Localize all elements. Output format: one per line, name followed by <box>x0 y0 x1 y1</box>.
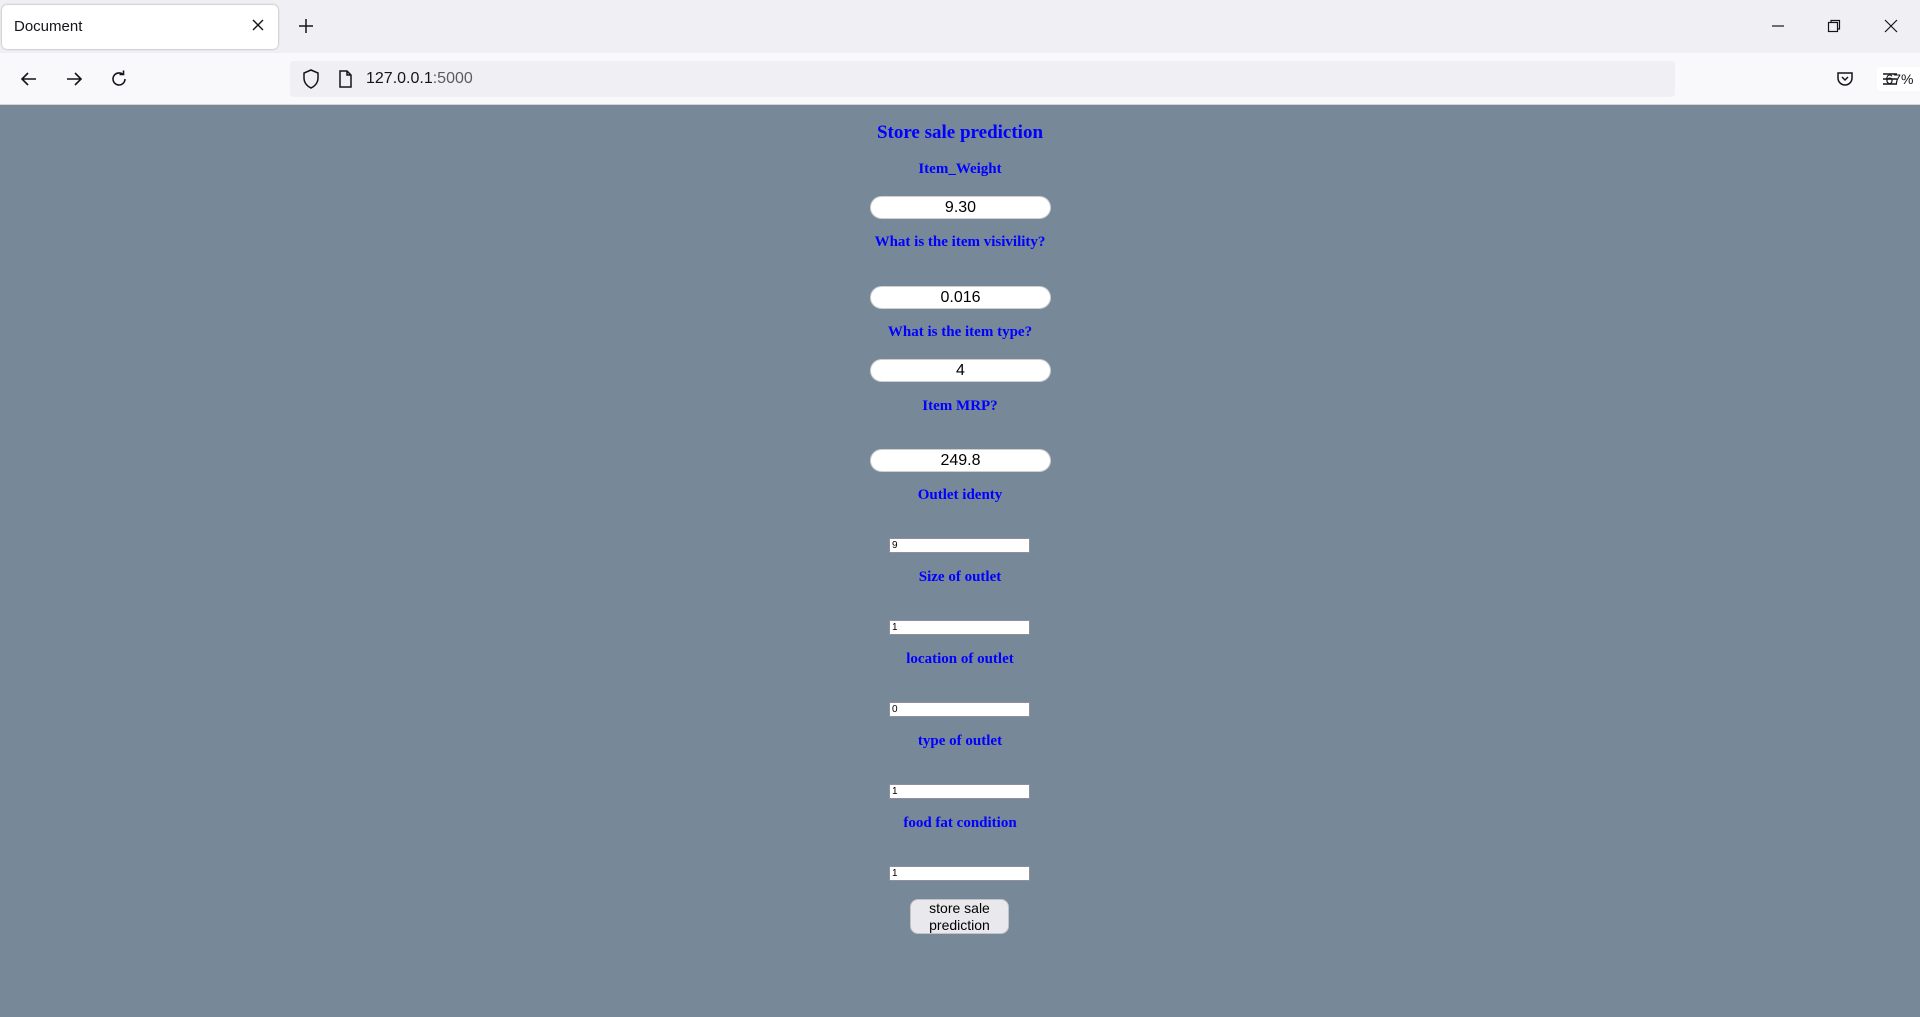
fat-condition-label: food fat condition <box>903 815 1017 831</box>
predict-submit-button[interactable]: store sale prediction <box>910 899 1009 934</box>
fat-condition-input[interactable] <box>889 866 1030 881</box>
url-port: :5000 <box>432 70 473 87</box>
reload-icon[interactable] <box>104 64 134 94</box>
close-tab-icon[interactable] <box>248 15 268 35</box>
tab-title: Document <box>14 18 83 35</box>
outlet-size-label: Size of outlet <box>918 569 1002 585</box>
forward-arrow-icon[interactable] <box>59 64 89 94</box>
url-host: 127.0.0.1 <box>366 70 433 87</box>
url-text: 127.0.0.1:5000 <box>366 70 473 88</box>
outlet-size-input[interactable] <box>889 620 1030 635</box>
pocket-icon[interactable] <box>1830 64 1860 94</box>
minimize-icon[interactable] <box>1764 12 1792 40</box>
page-content: Store sale prediction Item_Weight What i… <box>0 106 1920 1017</box>
item-weight-input[interactable] <box>870 196 1051 219</box>
browser-toolbar: 127.0.0.1:5000 67% <box>0 53 1920 105</box>
outlet-type-label: type of outlet <box>917 733 1003 749</box>
restore-icon[interactable] <box>1820 12 1848 40</box>
menu-icon[interactable] <box>1875 64 1905 94</box>
item-weight-label: Item_Weight <box>918 161 1002 177</box>
item-mrp-label: Item MRP? <box>922 398 998 414</box>
item-type-input[interactable] <box>870 359 1051 382</box>
item-mrp-input[interactable] <box>870 449 1051 472</box>
address-bar[interactable]: 127.0.0.1:5000 67% <box>290 61 1920 97</box>
item-visibility-label: What is the item visivility? <box>874 234 1046 250</box>
outlet-type-input[interactable] <box>889 784 1030 799</box>
new-tab-icon[interactable] <box>292 12 320 40</box>
item-visibility-input[interactable] <box>870 286 1051 309</box>
shield-icon[interactable] <box>300 68 322 90</box>
browser-tab-strip: Document <box>0 0 1920 53</box>
close-window-icon[interactable] <box>1877 12 1905 40</box>
back-arrow-icon[interactable] <box>14 64 44 94</box>
outlet-location-label: location of outlet <box>906 651 1014 667</box>
page-info-icon[interactable] <box>334 68 356 90</box>
browser-tab[interactable]: Document <box>2 5 278 49</box>
outlet-identity-input[interactable] <box>889 538 1030 553</box>
page-title: Store sale prediction <box>876 122 1044 143</box>
outlet-identity-label: Outlet identy <box>917 487 1003 503</box>
outlet-location-input[interactable] <box>889 702 1030 717</box>
item-type-label: What is the item type? <box>887 324 1033 340</box>
